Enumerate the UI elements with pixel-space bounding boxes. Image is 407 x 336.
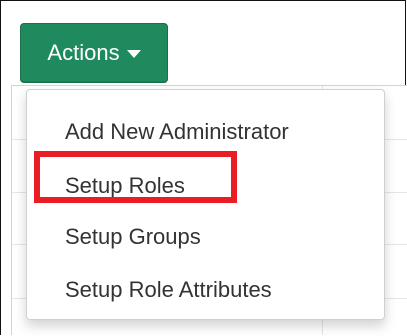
menu-item-setup-role-attributes[interactable]: Setup Role Attributes <box>65 279 272 301</box>
actions-button[interactable]: Actions <box>20 23 168 83</box>
chevron-down-icon <box>126 50 141 58</box>
window-frame: Actions Add New Administrator Setup Role… <box>0 0 407 335</box>
actions-dropdown-menu: Add New Administrator Setup Roles Setup … <box>26 89 385 320</box>
menu-item-setup-groups[interactable]: Setup Groups <box>65 226 201 248</box>
setup-roles-highlight-box <box>34 151 237 203</box>
menu-item-add-new-administrator[interactable]: Add New Administrator <box>65 121 289 143</box>
actions-button-label: Actions <box>47 40 120 65</box>
